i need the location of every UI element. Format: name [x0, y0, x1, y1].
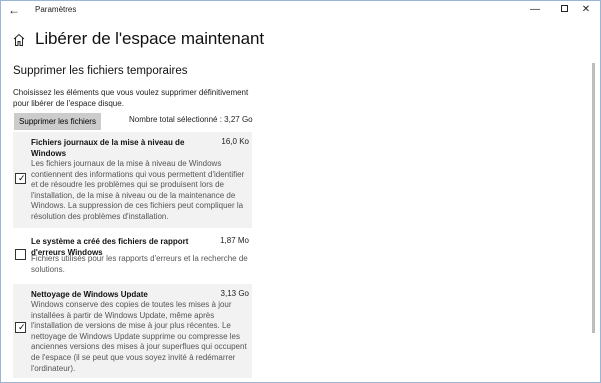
checkmark-icon: ✓ — [18, 173, 26, 183]
item-description: Windows conserve des copies de toutes le… — [31, 300, 247, 373]
scrollbar[interactable] — [592, 63, 595, 333]
minimize-button[interactable]: — — [521, 1, 549, 19]
page-title: Libérer de l'espace maintenant — [35, 29, 264, 48]
list-item[interactable]: ✓ Fichiers journaux de la mise à niveau … — [13, 132, 252, 228]
title-bar: ← Paramètres — ✕ — [1, 1, 600, 20]
item-name: Nettoyage de Windows Update — [31, 290, 148, 299]
total-selected-label: Nombre total sélectionné : 3,27 Go — [129, 115, 253, 124]
item-size: 16,0 Ko — [221, 137, 249, 146]
item-description: Fichiers utilisés pour les rapports d'er… — [31, 254, 248, 274]
item-checkbox[interactable] — [15, 249, 26, 260]
back-arrow-icon[interactable]: ← — [6, 2, 22, 18]
list-item[interactable]: Le système a créé des fichiers de rappor… — [13, 231, 252, 279]
item-checkbox[interactable]: ✓ — [15, 173, 26, 184]
maximize-icon — [560, 4, 568, 12]
item-checkbox[interactable]: ✓ — [15, 322, 26, 333]
section-title: Supprimer les fichiers temporaires — [13, 65, 188, 77]
item-size: 3,13 Go — [220, 289, 249, 298]
item-name: Fichiers journaux de la mise à niveau de… — [31, 138, 185, 158]
checkmark-icon: ✓ — [18, 322, 26, 332]
settings-window: ← Paramètres — ✕ Libérer de l'espace mai… — [0, 0, 601, 383]
home-icon[interactable] — [13, 33, 25, 47]
item-description: Les fichiers journaux de la mise à nivea… — [31, 159, 245, 221]
remove-files-button[interactable]: Supprimer les fichiers — [14, 113, 101, 130]
close-button[interactable]: ✕ — [572, 1, 600, 19]
window-title: Paramètres — [35, 5, 77, 14]
list-item[interactable]: ✓ Nettoyage de Windows Update 3,13 Go Wi… — [13, 284, 252, 378]
item-size: 1,87 Mo — [220, 236, 249, 245]
intro-text: Choisissez les éléments que vous voulez … — [13, 88, 249, 108]
